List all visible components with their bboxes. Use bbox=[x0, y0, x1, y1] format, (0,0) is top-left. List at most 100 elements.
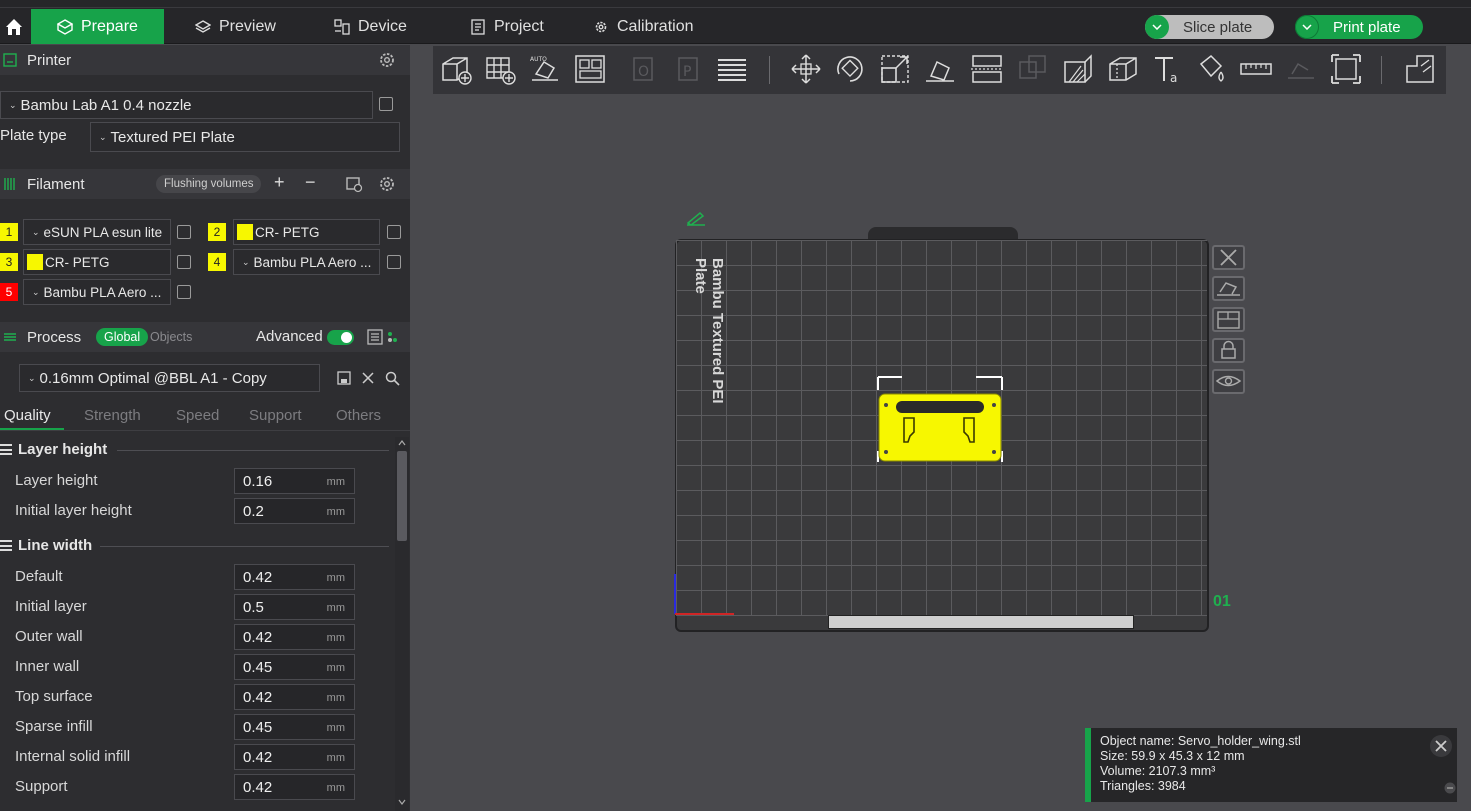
filament-2-select[interactable]: CR- PETG bbox=[233, 219, 380, 245]
print-dropdown-icon[interactable] bbox=[1295, 15, 1319, 39]
tab-preview-label: Preview bbox=[219, 17, 276, 35]
rotate-icon[interactable] bbox=[833, 52, 867, 86]
lay-on-face-icon[interactable] bbox=[923, 52, 957, 86]
tab-strength[interactable]: Strength bbox=[84, 407, 141, 424]
top-menu-bar: Prepare Preview Device Project Calibrati… bbox=[0, 0, 1471, 44]
advanced-switch[interactable] bbox=[327, 330, 354, 345]
measure-icon[interactable] bbox=[1239, 52, 1273, 86]
tab-support[interactable]: Support bbox=[249, 407, 302, 424]
filament-5-select[interactable]: ⌄ Bambu PLA Aero ... bbox=[23, 279, 171, 305]
orient-plate-button[interactable] bbox=[1212, 276, 1245, 301]
plate-type-select[interactable]: ⌄ Textured PEI Plate bbox=[90, 122, 400, 152]
filament-2-edit-icon[interactable] bbox=[387, 225, 401, 239]
plate-type-value: Textured PEI Plate bbox=[110, 128, 235, 146]
printer-settings-icon[interactable] bbox=[378, 51, 396, 69]
line-width-initial-layer-input[interactable]: 0.5 mm bbox=[234, 594, 355, 620]
cut-icon[interactable] bbox=[970, 52, 1004, 86]
flushing-volumes-button[interactable]: Flushing volumes bbox=[156, 175, 262, 193]
move-icon[interactable] bbox=[789, 52, 823, 86]
filament-settings-icon[interactable] bbox=[378, 175, 396, 193]
save-icon[interactable] bbox=[337, 371, 351, 385]
printer-icon bbox=[3, 53, 17, 67]
lock-plate-button[interactable] bbox=[1212, 338, 1245, 363]
line-width-outer-wall-value: 0.42 bbox=[243, 628, 273, 646]
boolean-icon[interactable] bbox=[1016, 52, 1050, 86]
scrollbar-thumb[interactable] bbox=[397, 451, 407, 541]
split-parts-icon[interactable]: P bbox=[673, 52, 707, 86]
puzzle-icon[interactable] bbox=[1403, 52, 1437, 86]
fit-view-icon[interactable] bbox=[1329, 52, 1363, 86]
tab-calibration[interactable]: Calibration bbox=[593, 9, 693, 44]
initial-layer-height-unit: mm bbox=[326, 506, 345, 518]
tab-others[interactable]: Others bbox=[336, 407, 381, 424]
tab-device[interactable]: Device bbox=[334, 9, 407, 44]
tab-preview[interactable]: Preview bbox=[195, 9, 276, 44]
close-icon[interactable] bbox=[362, 372, 374, 384]
scale-icon[interactable] bbox=[878, 52, 912, 86]
filament-5-edit-icon[interactable] bbox=[177, 285, 191, 299]
layer-height-input[interactable]: 0.16 mm bbox=[234, 468, 355, 494]
close-icon[interactable] bbox=[1429, 734, 1453, 758]
add-filament-button[interactable]: + bbox=[274, 172, 285, 193]
line-width-support-input[interactable]: 0.42 mm bbox=[234, 774, 355, 800]
scroll-up-icon[interactable] bbox=[398, 440, 406, 446]
collapse-icon[interactable] bbox=[1444, 782, 1456, 794]
support-paint-icon[interactable] bbox=[1061, 52, 1095, 86]
filament-sync-icon[interactable] bbox=[345, 175, 363, 193]
home-button[interactable] bbox=[0, 9, 28, 44]
color-paint-icon[interactable] bbox=[1195, 52, 1229, 86]
tab-prepare[interactable]: Prepare bbox=[31, 9, 164, 44]
line-width-outer-wall-input[interactable]: 0.42 mm bbox=[234, 624, 355, 650]
filament-1-edit-icon[interactable] bbox=[177, 225, 191, 239]
arrange-icon[interactable] bbox=[573, 52, 607, 86]
print-plate-button[interactable]: Print plate bbox=[1295, 15, 1423, 39]
line-width-internal-solid-infill-input[interactable]: 0.42 mm bbox=[234, 744, 355, 770]
objects-toggle[interactable]: Objects bbox=[150, 330, 192, 344]
filament-2-name: CR- PETG bbox=[255, 224, 320, 240]
remove-filament-button[interactable]: − bbox=[305, 172, 316, 193]
model-object[interactable] bbox=[876, 376, 1004, 464]
auto-orient-icon[interactable]: AUTO bbox=[528, 52, 562, 86]
plate-visibility-button[interactable] bbox=[1212, 369, 1245, 394]
line-width-top-surface-value: 0.42 bbox=[243, 688, 273, 706]
filament-3-edit-icon[interactable] bbox=[177, 255, 191, 269]
process-preset-select[interactable]: ⌄ 0.16mm Optimal @BBL A1 - Copy bbox=[19, 364, 320, 392]
delete-plate-button[interactable] bbox=[1212, 245, 1245, 270]
tab-quality[interactable]: Quality bbox=[4, 407, 51, 424]
slice-dropdown-icon[interactable] bbox=[1145, 15, 1169, 39]
initial-layer-height-input[interactable]: 0.2 mm bbox=[234, 498, 355, 524]
line-width-default-input[interactable]: 0.42 mm bbox=[234, 564, 355, 590]
arrange-plate-button[interactable] bbox=[1212, 307, 1245, 332]
add-object-icon[interactable] bbox=[439, 52, 473, 86]
text-icon[interactable]: a bbox=[1151, 52, 1185, 86]
unit: mm bbox=[326, 692, 345, 704]
slice-plate-button[interactable]: Slice plate bbox=[1145, 15, 1275, 39]
line-width-sparse-infill-input[interactable]: 0.45 mm bbox=[234, 714, 355, 740]
seam-paint-icon[interactable] bbox=[1106, 52, 1140, 86]
global-toggle[interactable]: Global bbox=[96, 328, 149, 346]
filament-1-select[interactable]: ⌄ eSUN PLA esun lite bbox=[23, 219, 171, 245]
chevron-down-icon: ⌄ bbox=[99, 131, 107, 142]
filament-3-select[interactable]: CR- PETG bbox=[23, 249, 171, 275]
add-plate-icon[interactable] bbox=[483, 52, 517, 86]
filament-4-edit-icon[interactable] bbox=[387, 255, 401, 269]
line-width-top-surface-input[interactable]: 0.42 mm bbox=[234, 684, 355, 710]
tab-speed[interactable]: Speed bbox=[176, 407, 219, 424]
unit: mm bbox=[326, 752, 345, 764]
line-width-support-label: Support bbox=[15, 778, 68, 795]
search-icon[interactable] bbox=[385, 371, 400, 386]
tab-project[interactable]: Project bbox=[470, 9, 544, 44]
eye-icon bbox=[1215, 375, 1242, 387]
printer-edit-icon[interactable] bbox=[379, 97, 393, 111]
filament-4-select[interactable]: ⌄ Bambu PLA Aero ... bbox=[233, 249, 380, 275]
scroll-down-icon[interactable] bbox=[398, 799, 406, 805]
assembly-icon[interactable] bbox=[1284, 52, 1318, 86]
settings-scrollbar[interactable] bbox=[395, 437, 409, 811]
edit-plate-name-icon[interactable] bbox=[685, 210, 707, 226]
split-objects-icon[interactable]: O bbox=[628, 52, 662, 86]
line-width-inner-wall-input[interactable]: 0.45 mm bbox=[234, 654, 355, 680]
process-compare-icon[interactable] bbox=[367, 329, 401, 345]
layers-list-icon[interactable] bbox=[715, 52, 749, 86]
group-divider bbox=[100, 546, 389, 547]
printer-select[interactable]: ⌄ Bambu Lab A1 0.4 nozzle bbox=[0, 91, 373, 119]
